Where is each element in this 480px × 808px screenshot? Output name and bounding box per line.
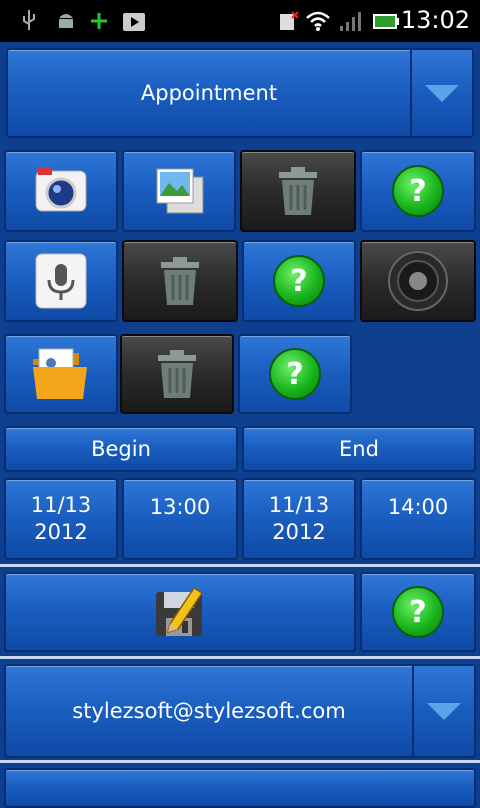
no-sim-icon [280,11,299,30]
delete-audio-button[interactable] [122,240,238,322]
end-date-line2: 2012 [272,520,326,544]
play-audio-button[interactable] [360,240,476,322]
end-header: End [242,426,476,472]
begin-time: 13:00 [149,495,211,519]
gallery-icon [156,168,204,214]
help-icon: ? [392,165,444,217]
chevron-down-icon [425,84,459,102]
photo-help-button[interactable]: ? [360,150,476,232]
account-dropdown[interactable] [412,666,474,756]
save-button[interactable] [4,572,356,652]
attach-contact-button[interactable] [4,334,118,414]
camera-icon [35,167,87,212]
status-bar: 13:02 [0,0,480,42]
plus-icon [91,13,107,29]
appointment-type-dropdown[interactable] [410,50,472,136]
trash-icon [158,350,196,398]
help-icon: ? [392,586,444,638]
divider [0,656,480,659]
gallery-button[interactable] [122,150,236,232]
record-audio-button[interactable] [4,240,118,322]
end-time-button[interactable]: 14:00 [360,478,476,560]
end-date-line1: 11/13 [268,493,330,517]
appointment-type-select[interactable]: Appointment [6,48,474,138]
begin-label: Begin [91,436,151,461]
usb-icon [23,10,35,30]
next-field-select[interactable] [4,768,476,808]
delete-photo-button[interactable] [240,150,356,232]
end-date-button[interactable]: 11/13 2012 [242,478,356,560]
begin-date-button[interactable]: 11/13 2012 [4,478,118,560]
account-select[interactable]: stylezsoft@stylezsoft.com [4,664,476,758]
battery-icon [373,14,399,29]
begin-date-line2: 2012 [34,520,88,544]
divider [0,564,480,567]
save-icon [156,586,204,636]
android-icon [59,14,73,28]
end-time: 14:00 [387,495,449,519]
begin-time-button[interactable]: 13:00 [122,478,238,560]
delete-contact-button[interactable] [120,334,234,414]
end-label: End [339,436,379,461]
divider [0,760,480,763]
camera-button[interactable] [4,150,118,232]
contact-folder-icon [33,348,87,399]
chevron-down-icon [427,702,461,720]
save-help-button[interactable]: ? [360,572,476,652]
audio-help-button[interactable]: ? [242,240,356,322]
wifi-icon [306,11,330,31]
trash-icon [161,257,199,305]
begin-header: Begin [4,426,238,472]
trash-icon [279,167,317,215]
play-store-icon [123,13,145,31]
microphone-icon [35,253,87,309]
account-email: stylezsoft@stylezsoft.com [72,698,346,723]
help-icon: ? [273,255,325,307]
help-icon: ? [269,348,321,400]
signal-icon [340,12,361,31]
contact-help-button[interactable]: ? [238,334,352,414]
appointment-type-label: Appointment [140,80,278,105]
speaker-icon [388,251,448,311]
begin-date-line1: 11/13 [30,493,92,517]
clock: 13:02 [400,6,470,34]
